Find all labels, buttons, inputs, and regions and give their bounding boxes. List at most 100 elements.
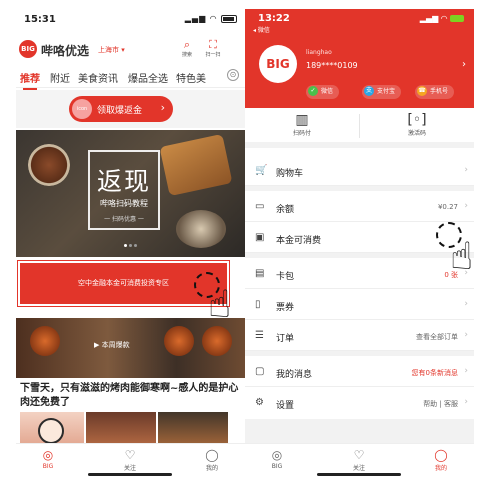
back-to-wechat[interactable]: ◂ 微信	[253, 25, 270, 34]
section-gap	[245, 351, 474, 356]
bowl-image	[164, 326, 194, 356]
chevron-right-icon: ›	[464, 299, 468, 309]
bottom-tab-bar: ◎ BIG ♡ 关注 ◯ 我的	[16, 443, 245, 479]
search-label: 搜索	[181, 52, 192, 58]
bind-wechat-button[interactable]: ✓ 微信	[306, 85, 340, 99]
chart-icon: ▣	[255, 232, 265, 243]
menu-orders[interactable]: ☰ 订单 查看全部订单 ›	[245, 321, 474, 351]
brand-logo: BIG	[19, 40, 37, 58]
tab-recommend[interactable]: 推荐	[20, 70, 40, 90]
tab-mine[interactable]: ◯ 我的	[192, 447, 232, 472]
wechat-icon: ✓	[308, 86, 318, 96]
city-selector[interactable]: 上海市 ▾	[98, 45, 125, 55]
quick-actions: ▥ 扫码付 [◦] 激活码	[245, 108, 474, 148]
tab-label: BIG	[271, 463, 283, 470]
bowl-image	[202, 326, 232, 356]
menu-messages[interactable]: ▢ 我的消息 您有0条新消息 ›	[245, 357, 474, 387]
menu-cart[interactable]: 🛒 购物车 ›	[245, 156, 474, 186]
tab-specialty[interactable]: 特色美	[176, 70, 206, 85]
tab-big[interactable]: ◎ BIG	[28, 447, 68, 470]
section-gap	[245, 419, 474, 443]
activation-code-button[interactable]: [◦] 激活码	[362, 112, 472, 137]
ticket-icon: ▯	[255, 299, 261, 310]
wifi-icon: ◠	[210, 14, 218, 23]
tab-label: 关注	[352, 465, 365, 472]
section-gap	[245, 253, 474, 258]
menu-label: 我的消息	[276, 370, 313, 380]
card-icon: ▤	[255, 268, 265, 279]
tab-follow[interactable]: ♡ 关注	[110, 447, 150, 472]
app-header: BIG 哔咯优选 上海市 ▾ ⌕ 搜索 ⛶ 扫一扫	[16, 37, 245, 65]
orders-icon: ☰	[255, 330, 264, 341]
battery-icon	[450, 15, 464, 22]
wallet-icon: ▭	[255, 201, 265, 212]
tab-mine[interactable]: ◯ 我的	[421, 447, 461, 472]
chevron-right-icon: ›	[464, 165, 468, 175]
search-icon: ⌕	[183, 38, 191, 51]
banner-subtitle: 哔咯扫码教程	[100, 199, 148, 208]
thumbnail-image	[86, 412, 156, 447]
tab-nearby[interactable]: 附近	[50, 70, 70, 85]
cartoon-face	[38, 418, 64, 444]
pay-label: 支付宝	[377, 88, 396, 95]
bind-mobile-button[interactable]: ☎ 手机号	[415, 85, 455, 99]
tab-label: 我的	[434, 465, 447, 472]
divider	[359, 114, 360, 138]
chevron-right-icon: ›	[464, 397, 468, 407]
menu-label: 卡包	[276, 272, 295, 282]
pay-code-button[interactable]: ▥ 扫码付	[247, 112, 357, 137]
tab-big[interactable]: ◎ BIG	[257, 447, 297, 470]
search-button[interactable]: ⌕ 搜索	[176, 38, 198, 59]
claim-cashback-button[interactable]: icon 领取爆返金 ›	[69, 96, 173, 122]
phone-number: 189****0109	[306, 61, 358, 70]
bottom-tab-bar: ◎ BIG ♡ 关注 ◯ 我的	[245, 443, 474, 479]
status-bar: 13:22 ◂ 微信 ▂▄▆ ◠	[245, 9, 474, 34]
weekly-hot-label: ▶ 本周爆款	[94, 341, 130, 349]
banner-caption: 一 扫码优惠 一	[104, 216, 144, 223]
action-label: 扫码付	[292, 130, 311, 137]
promo-label: 领取爆返金	[97, 106, 143, 116]
compass-icon: ◎	[42, 448, 54, 462]
new-message-count: 您有0条新消息	[411, 369, 458, 377]
menu-balance[interactable]: ▭ 余额 ¥0.27 ›	[245, 192, 474, 222]
avatar[interactable]: BIG	[259, 45, 297, 83]
user-icon: ◯	[434, 448, 448, 462]
tab-food-news[interactable]: 美食资讯	[78, 70, 118, 85]
heart-icon: ♡	[124, 448, 136, 462]
chevron-right-icon[interactable]: ›	[462, 59, 466, 70]
scan-icon: ⛶	[209, 38, 217, 51]
menu-tickets[interactable]: ▯ 票券 ›	[245, 290, 474, 320]
tab-follow[interactable]: ♡ 关注	[339, 447, 379, 472]
tab-label: BIG	[42, 463, 54, 470]
home-indicator	[317, 473, 401, 476]
pointing-hand-icon: ☝	[450, 234, 474, 278]
scan-button[interactable]: ⛶ 扫一扫	[202, 38, 224, 59]
menu-settings[interactable]: ⚙ 设置 帮助 | 客服 ›	[245, 388, 474, 418]
tabs-more-icon[interactable]: ⊙	[227, 69, 239, 81]
heart-icon: ♡	[353, 448, 365, 462]
article-title[interactable]: 下雪天，只有滋滋的烤肉能御寒啊~感人的是护心肉还免费了	[20, 382, 240, 410]
tab-hot-items[interactable]: 爆品全选	[128, 70, 168, 85]
battery-icon	[221, 14, 237, 23]
scan-label: 扫一扫	[205, 52, 221, 58]
pay-label: 微信	[321, 88, 334, 95]
weekly-hot-banner[interactable]: ▶ 本周爆款	[16, 318, 245, 378]
signal-icon: ▂▄▆	[184, 14, 207, 23]
help-support: 帮助 | 客服	[423, 400, 458, 408]
cashback-banner[interactable]: 返现 哔咯扫码教程 一 扫码优惠 一	[16, 130, 245, 257]
status-time: 15:31	[24, 14, 56, 25]
category-tabs: 推荐 附近 美食资讯 爆品全选 特色美 ⊙	[16, 66, 245, 90]
pay-label: 手机号	[430, 88, 449, 95]
gear-icon: ⚙	[255, 397, 264, 408]
menu-card-package[interactable]: ▤ 卡包 0 张 ›	[245, 259, 474, 289]
thumbnail-image	[158, 412, 228, 447]
thumbnail-image	[20, 412, 84, 447]
menu-label: 订单	[276, 334, 295, 344]
home-screen: 15:31 ▂▄▆ ◠ BIG 哔咯优选 上海市 ▾ ⌕ 搜索 ⛶ 扫一扫 推荐…	[16, 9, 245, 479]
tab-label: 我的	[205, 465, 218, 472]
pointing-hand-icon: ☝	[208, 282, 232, 326]
bind-alipay-button[interactable]: 支支付宝	[362, 85, 402, 99]
status-time: 13:22	[258, 13, 290, 24]
article-thumbnails	[16, 412, 245, 447]
menu-label: 余额	[276, 205, 295, 215]
